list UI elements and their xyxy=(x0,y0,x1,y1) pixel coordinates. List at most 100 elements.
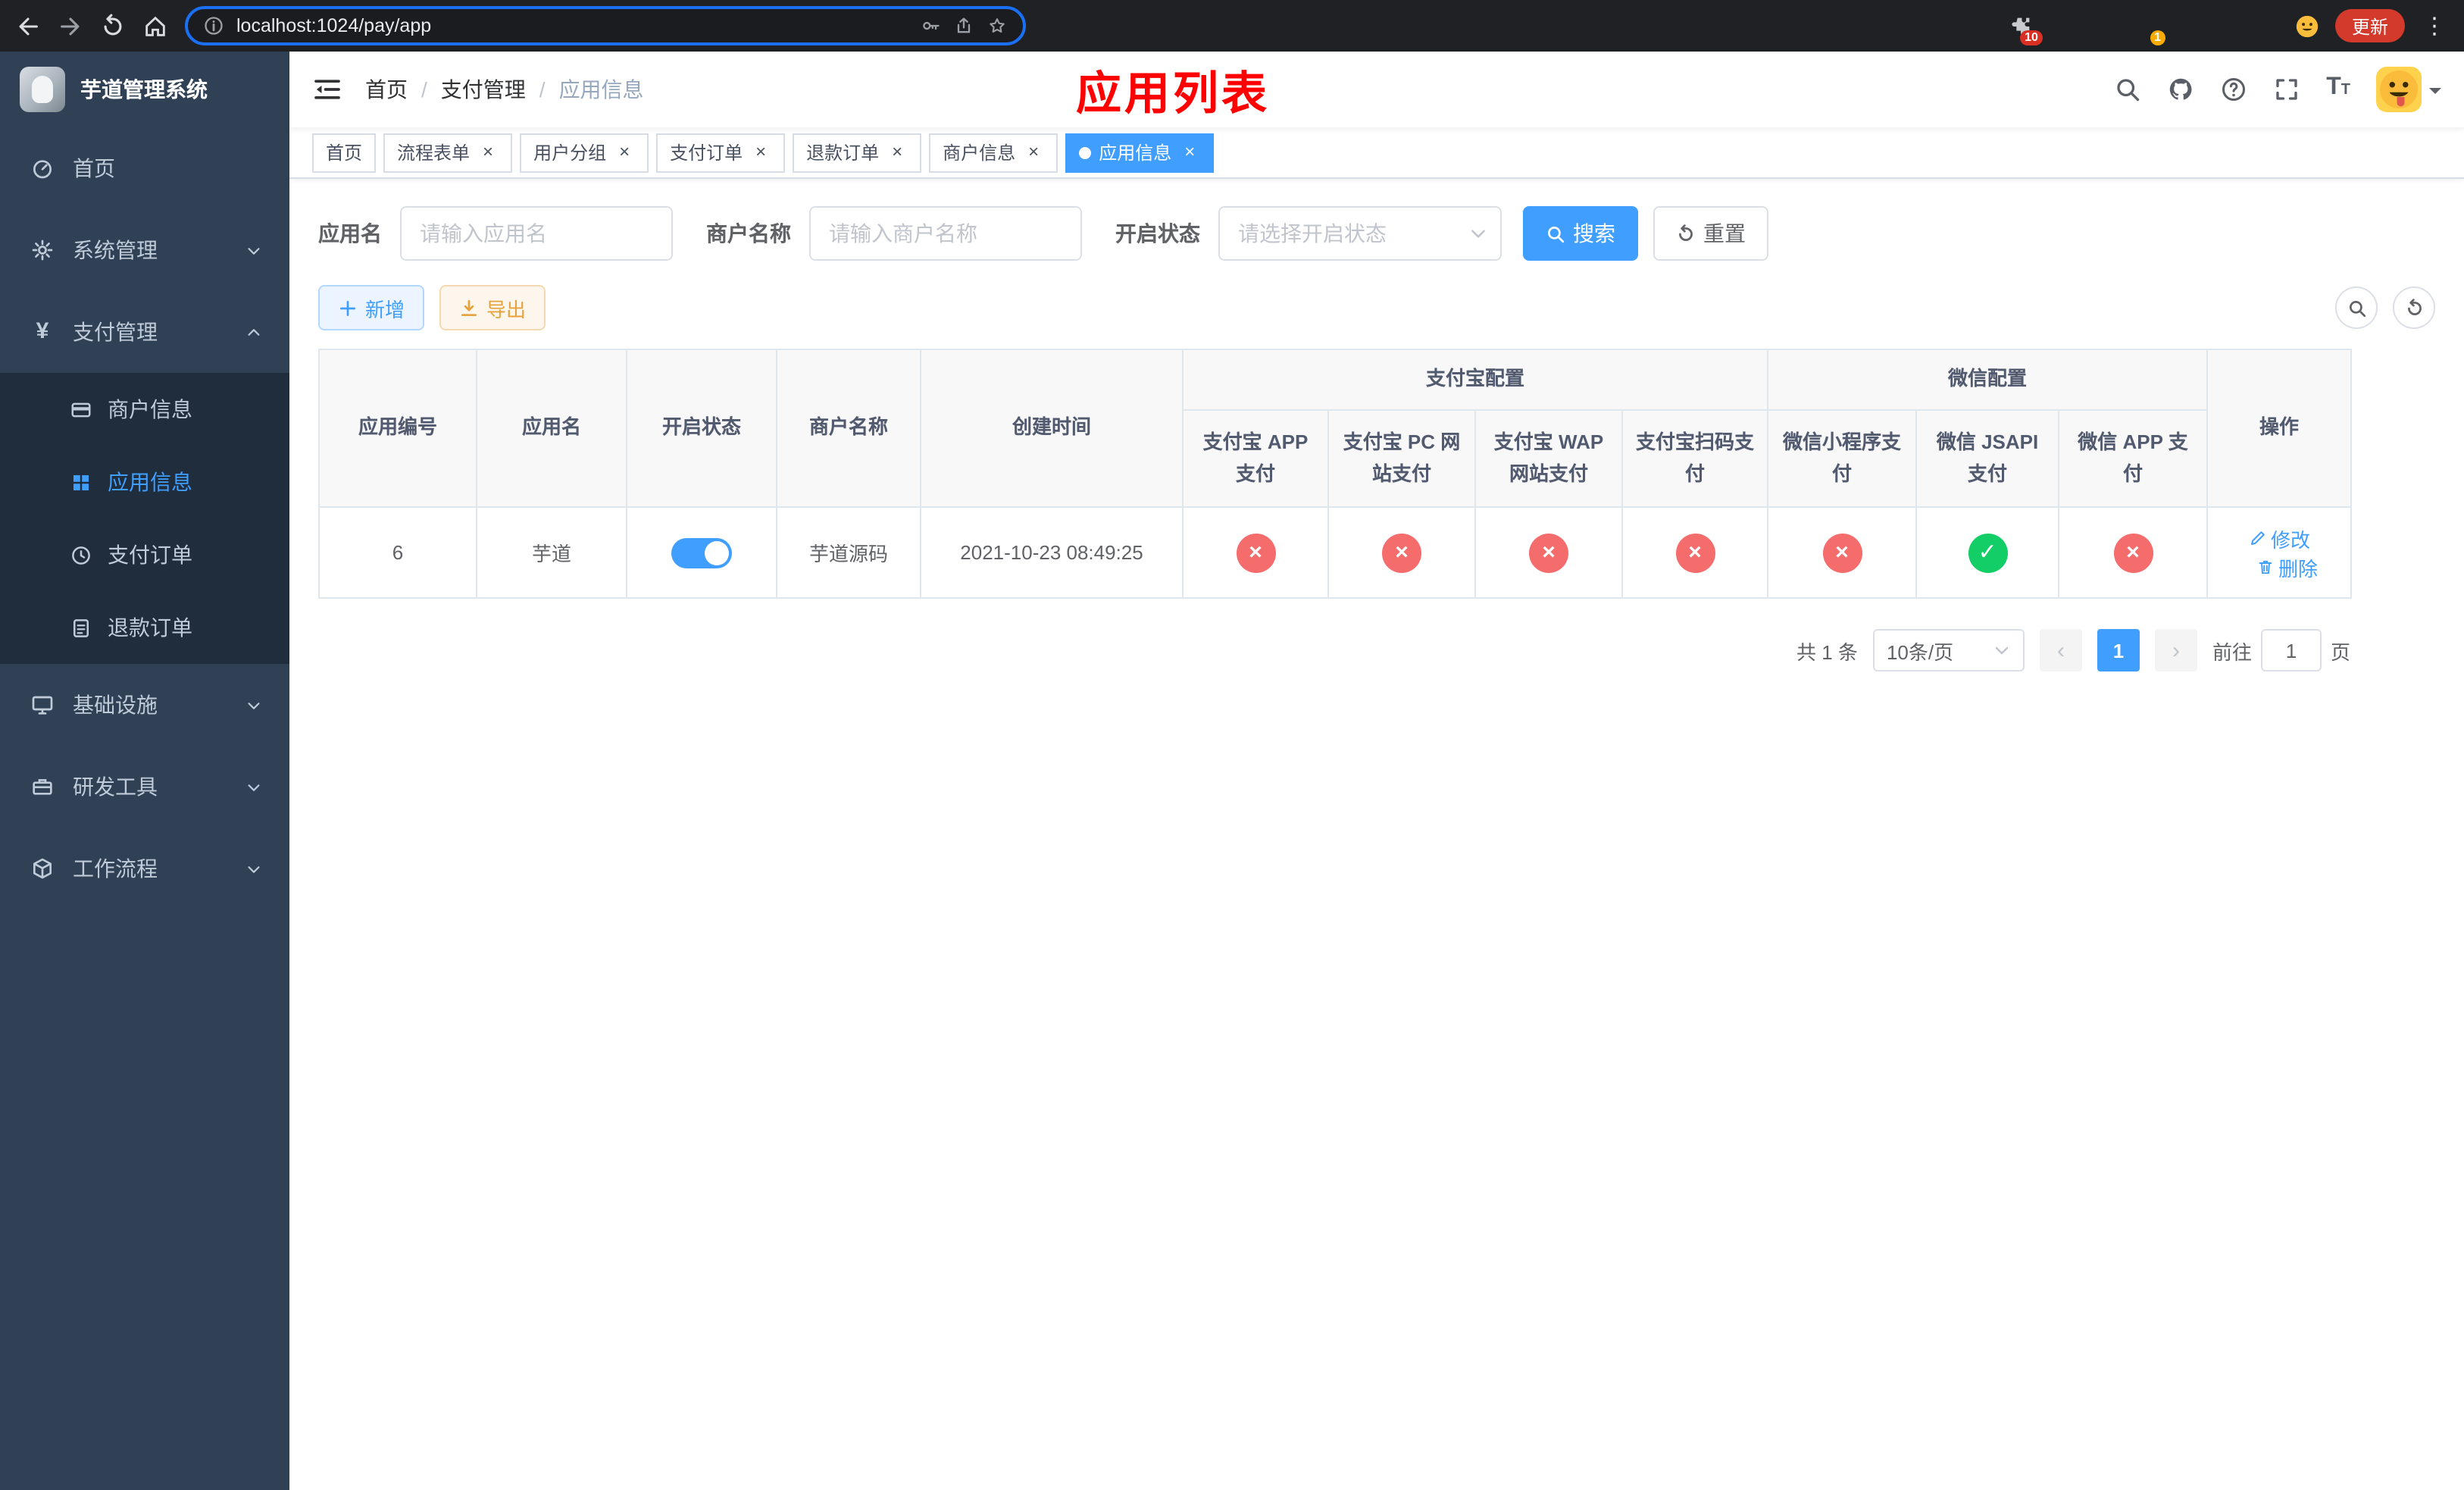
prev-page-button[interactable]: ‹ xyxy=(2039,629,2082,671)
browser-chrome: localhost:1024/pay/app 10 1 更新 ⋮ xyxy=(0,0,2464,52)
sidebar-logo[interactable]: 芋道管理系统 xyxy=(0,52,289,127)
filter-form: 应用名 商户名称 开启状态 xyxy=(318,206,2435,261)
sidebar-item-label: 支付订单 xyxy=(108,543,192,567)
status-toggle[interactable] xyxy=(671,537,732,568)
edit-icon xyxy=(2248,529,2266,547)
sidebar-item-label: 应用信息 xyxy=(108,470,192,494)
search-icon[interactable] xyxy=(2114,76,2141,103)
col-alipay-wap: 支付宝 WAP 网站支付 xyxy=(1474,409,1623,508)
sidebar-item-merchant-info[interactable]: 商户信息 xyxy=(0,373,289,446)
app-name-input[interactable] xyxy=(400,206,673,261)
table-toolbar: 新增 导出 xyxy=(318,285,2435,330)
col-status: 开启状态 xyxy=(626,349,777,508)
group-alipay-config: 支付宝配置 xyxy=(1181,349,1769,411)
info-icon[interactable] xyxy=(203,15,224,36)
share-icon[interactable] xyxy=(953,15,974,36)
add-button[interactable]: 新增 xyxy=(318,285,425,330)
page-number-1[interactable]: 1 xyxy=(2097,629,2140,671)
close-icon[interactable]: × xyxy=(1023,141,1044,163)
sidebar-item-workflow[interactable]: 工作流程 xyxy=(0,828,289,909)
breadcrumb-current: 应用信息 xyxy=(558,77,644,102)
browser-update-button[interactable]: 更新 xyxy=(2334,9,2405,42)
profile-avatar[interactable] xyxy=(2294,13,2320,39)
sidebar-item-payment[interactable]: ¥ 支付管理 xyxy=(0,291,289,373)
goto-page-input[interactable] xyxy=(2260,629,2322,671)
export-button[interactable]: 导出 xyxy=(439,285,546,330)
monitor-icon xyxy=(30,693,55,717)
tab-payment-orders[interactable]: 支付订单 × xyxy=(656,133,786,172)
col-alipay-app: 支付宝 APP 支付 xyxy=(1182,409,1329,508)
wechat-jsapi-status-icon: ✓ xyxy=(1968,533,2008,572)
reload-icon[interactable] xyxy=(100,13,126,39)
sidebar-item-payment-orders[interactable]: 支付订单 xyxy=(0,518,289,591)
puzzle-icon[interactable]: 10 xyxy=(2008,13,2043,45)
user-avatar[interactable] xyxy=(2376,67,2441,112)
key-icon[interactable] xyxy=(920,15,941,36)
goto-suffix: 页 xyxy=(2330,640,2350,663)
github-icon[interactable] xyxy=(2167,76,2194,103)
tab-refund-orders[interactable]: 退款订单 × xyxy=(793,133,922,172)
refresh-circle-icon[interactable] xyxy=(2393,286,2435,329)
logo-title: 芋道管理系统 xyxy=(80,77,208,102)
app-root: localhost:1024/pay/app 10 1 更新 ⋮ 芋道管理系统 … xyxy=(0,0,2464,1490)
cell-merchant: 芋道源码 xyxy=(776,506,921,599)
home-icon[interactable] xyxy=(142,13,168,39)
extension-teal-icon[interactable] xyxy=(2172,13,2197,39)
forward-icon[interactable] xyxy=(58,13,83,39)
reset-button[interactable]: 重置 xyxy=(1653,206,1768,261)
chevron-up-icon xyxy=(245,324,262,340)
help-icon[interactable] xyxy=(2220,76,2247,103)
tab-app-info[interactable]: 应用信息 × xyxy=(1065,133,1215,172)
status-select[interactable] xyxy=(1218,206,1502,261)
close-icon[interactable]: × xyxy=(750,141,771,163)
close-icon[interactable]: × xyxy=(1179,141,1200,163)
extension-blue-icon[interactable] xyxy=(2049,13,2075,39)
sidebar-item-home[interactable]: 首页 xyxy=(0,127,289,209)
tab-label: 支付订单 xyxy=(670,142,743,164)
edit-button[interactable]: 修改 xyxy=(2248,524,2310,552)
tab-merchant-info[interactable]: 商户信息 × xyxy=(929,133,1058,172)
alipay-pc-status-icon: × xyxy=(1382,533,1421,572)
sidebar-item-infrastructure[interactable]: 基础设施 xyxy=(0,664,289,746)
breadcrumb-home[interactable]: 首页 xyxy=(365,74,408,105)
sidebar: 芋道管理系统 首页 系统管理 ¥ 支付管理 商户信息 应用信息 支付订单 退款订… xyxy=(0,52,289,1490)
close-icon[interactable]: × xyxy=(886,141,908,163)
star-icon[interactable] xyxy=(987,15,1008,36)
tab-home[interactable]: 首页 xyxy=(312,133,377,172)
download-icon xyxy=(459,298,479,318)
merchant-name-input[interactable] xyxy=(809,206,1082,261)
col-app-id: 应用编号 xyxy=(318,349,477,508)
menu-dots-icon[interactable]: ⋮ xyxy=(2420,12,2449,39)
font-size-icon[interactable]: TT xyxy=(2326,74,2350,105)
status-select-input[interactable] xyxy=(1218,206,1502,261)
delete-button[interactable]: 删除 xyxy=(2256,552,2318,581)
back-icon[interactable] xyxy=(15,13,41,39)
magnifier-circle-icon[interactable] xyxy=(2335,286,2378,329)
hamburger-icon[interactable] xyxy=(312,74,342,105)
breadcrumb: 首页 / 支付管理 / 应用信息 xyxy=(365,74,644,105)
extension-dark-icon[interactable] xyxy=(2090,13,2115,39)
tab-process-form[interactable]: 流程表单 × xyxy=(383,133,513,172)
search-button[interactable]: 搜索 xyxy=(1523,206,1638,261)
tab-user-group[interactable]: 用户分组 × xyxy=(520,133,649,172)
extension-square-icon[interactable] xyxy=(2212,13,2238,39)
fullscreen-icon[interactable] xyxy=(2273,76,2300,103)
close-icon[interactable]: × xyxy=(477,141,499,163)
close-icon[interactable]: × xyxy=(614,141,635,163)
sidebar-item-app-info[interactable]: 应用信息 xyxy=(0,446,289,518)
dashboard-icon xyxy=(30,156,55,180)
col-wechat-mini: 微信小程序支付 xyxy=(1767,409,1918,508)
page-size-select[interactable]: 10条/页 xyxy=(1872,629,2025,671)
extension-pin-icon[interactable] xyxy=(2253,13,2279,39)
sidebar-item-system[interactable]: 系统管理 xyxy=(0,209,289,291)
tab-label: 流程表单 xyxy=(397,142,471,164)
status-label: 开启状态 xyxy=(1115,221,1200,246)
next-page-button[interactable]: › xyxy=(2154,629,2197,671)
sidebar-item-dev-tools[interactable]: 研发工具 xyxy=(0,746,289,828)
url-text[interactable]: localhost:1024/pay/app xyxy=(236,15,908,36)
sidebar-item-refund-orders[interactable]: 退款订单 xyxy=(0,591,289,664)
merchant-name-label: 商户名称 xyxy=(706,221,791,246)
address-bar[interactable]: localhost:1024/pay/app xyxy=(185,6,1026,45)
extension-green-badge-icon[interactable]: 1 xyxy=(2131,13,2165,45)
breadcrumb-payment[interactable]: 支付管理 xyxy=(441,74,526,105)
